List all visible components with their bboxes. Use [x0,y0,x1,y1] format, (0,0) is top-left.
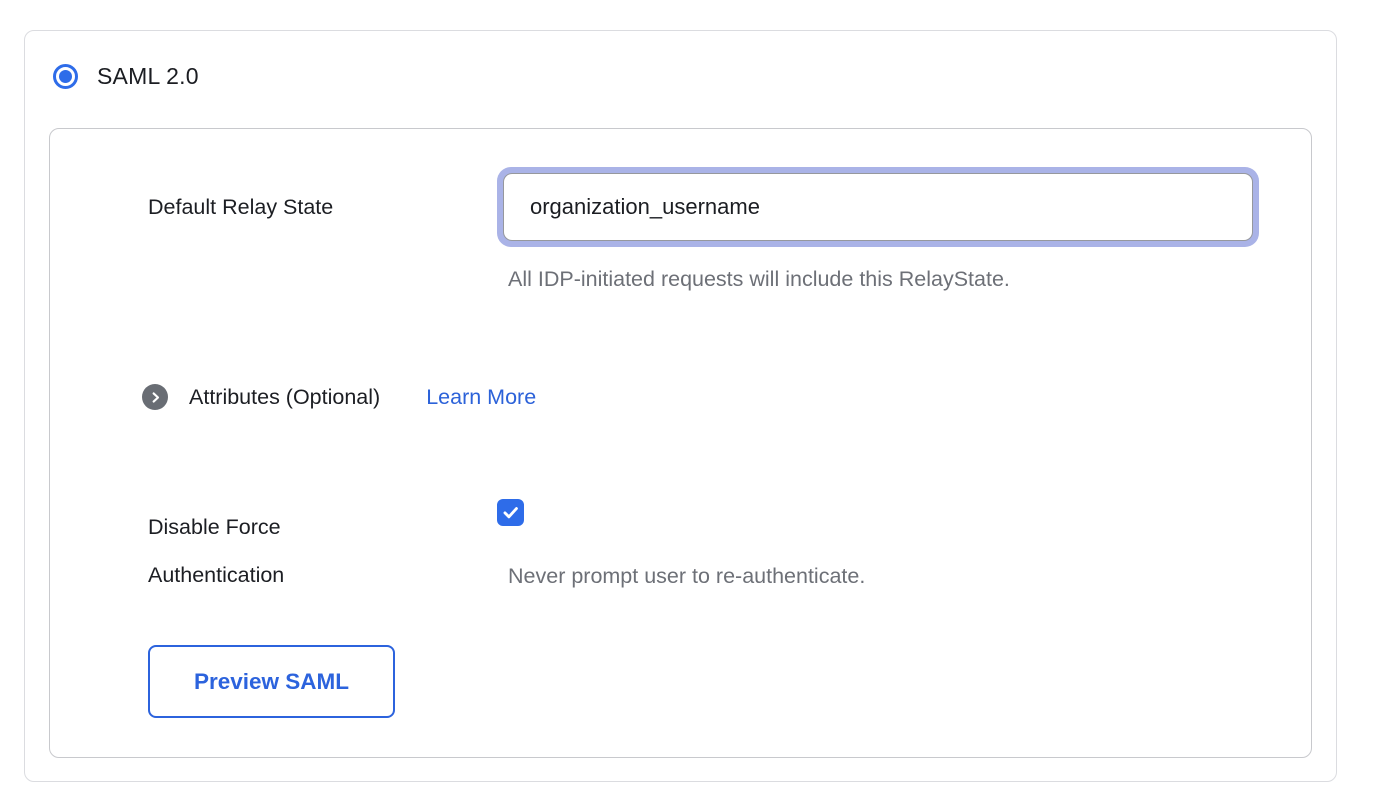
saml-config-card: SAML 2.0 Default Relay State All IDP-ini… [24,30,1337,782]
saml-settings-panel: Default Relay State All IDP-initiated re… [49,128,1312,758]
learn-more-link[interactable]: Learn More [426,385,536,410]
checkmark-icon [501,503,520,522]
saml-radio-label: SAML 2.0 [97,63,199,90]
relay-state-label: Default Relay State [148,195,497,220]
relay-state-helper: All IDP-initiated requests will include … [508,266,1311,292]
force-auth-checkbox[interactable] [497,499,524,526]
relay-state-focus-ring [497,167,1259,247]
attributes-label: Attributes (Optional) [189,385,380,410]
force-auth-label: Disable Force Authentication [148,499,497,599]
relay-state-row: Default Relay State [148,167,1311,247]
chevron-right-icon [148,390,163,405]
attributes-expand-toggle[interactable] [142,384,168,410]
preview-saml-button[interactable]: Preview SAML [148,645,395,718]
force-auth-helper: Never prompt user to re-authenticate. [508,563,865,589]
relay-state-input[interactable] [503,173,1253,241]
force-auth-controls: Never prompt user to re-authenticate. [497,499,865,589]
attributes-row: Attributes (Optional) Learn More [148,384,1311,410]
saml-radio[interactable] [53,64,78,89]
saml-radio-selected-dot [59,70,72,83]
saml-radio-row[interactable]: SAML 2.0 [25,31,1336,90]
force-auth-row: Disable Force Authentication Never promp… [148,499,1311,599]
